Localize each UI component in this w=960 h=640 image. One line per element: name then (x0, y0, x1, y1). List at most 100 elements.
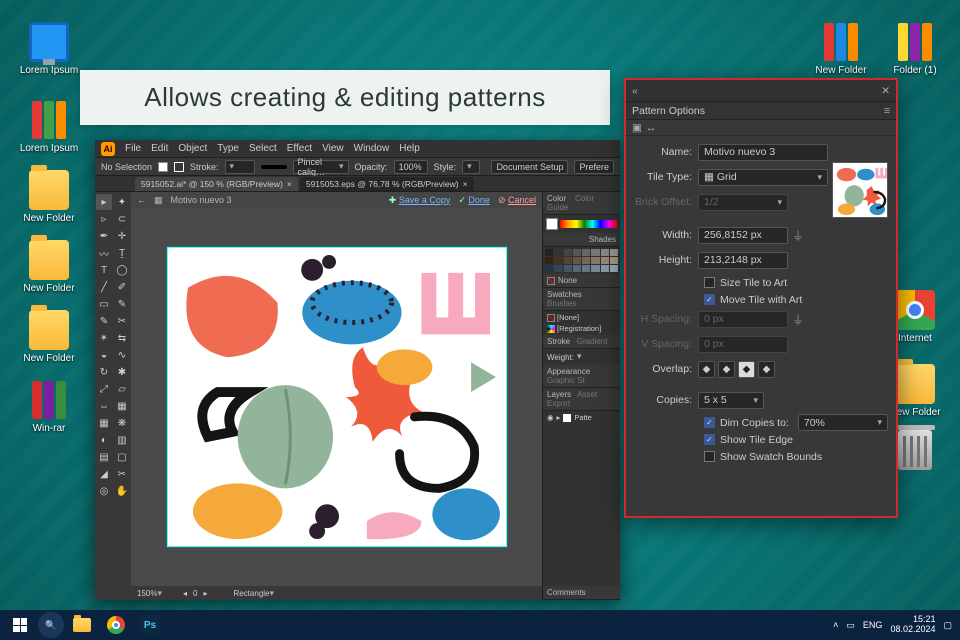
panel-swatches[interactable]: Swatches (547, 290, 582, 299)
menu-select[interactable]: Select (249, 143, 277, 154)
desktop-icon-folder[interactable]: New Folder (18, 170, 80, 224)
height-field[interactable]: 213,2148 px (698, 252, 788, 269)
start-button[interactable] (4, 611, 36, 639)
copies-select[interactable]: 5 x 5▾ (698, 392, 764, 409)
overlap-right-front-button[interactable]: ◆ (718, 361, 735, 378)
panel-layers[interactable]: Layers (547, 390, 571, 399)
symbol-tool-icon[interactable]: ❋ (114, 415, 130, 431)
ellipse-tool-icon[interactable]: ◯ (114, 262, 130, 278)
graph-tool-icon[interactable]: ▥ (114, 432, 130, 448)
dim-copies-checkbox[interactable]: ✓ (704, 417, 715, 428)
menu-view[interactable]: View (322, 143, 344, 154)
slice-tool-icon[interactable]: ✂ (114, 466, 130, 482)
size-tile-checkbox[interactable] (704, 277, 715, 288)
pen-tool-icon[interactable]: ✒ (96, 228, 112, 244)
taskbar-photoshop[interactable]: Ps (134, 611, 166, 639)
eraser-tool-icon[interactable]: ◒ (96, 347, 112, 363)
fill-color-icon[interactable] (546, 218, 558, 230)
artboard-canvas[interactable] (167, 247, 507, 547)
tray-chevron-up-icon[interactable]: ˄ (833, 620, 838, 630)
line-tool-icon[interactable]: ╱ (96, 279, 112, 295)
menu-type[interactable]: Type (217, 143, 239, 154)
width-field[interactable]: 256,8152 px (698, 227, 788, 244)
desktop-icon-monitor[interactable]: Lorem Ipsum (18, 22, 80, 76)
panel-stroke[interactable]: Stroke (547, 337, 570, 346)
text-path-icon[interactable]: Ṯ (114, 245, 130, 261)
nav-prev-icon[interactable]: ◂ (183, 589, 187, 598)
opacity-field[interactable]: 100% (394, 160, 428, 174)
rotate-tool-icon[interactable]: ↻ (96, 364, 112, 380)
scissors-icon[interactable]: ✂ (114, 313, 130, 329)
tile-type-select[interactable]: ▦ Grid▾ (698, 169, 828, 186)
desktop-icon-books[interactable]: New Folder (810, 22, 872, 76)
reflect-tool-icon[interactable]: ⇆ (114, 330, 130, 346)
cancel-link[interactable]: Cancel (508, 195, 536, 205)
status-tool[interactable]: Rectangle▾ (233, 588, 303, 599)
doc-tab[interactable]: 5915053.eps @ 76,78 % (RGB/Preview)× (300, 177, 474, 191)
puppet-tool-icon[interactable]: ✱ (114, 364, 130, 380)
desktop-icon-folder[interactable]: New Folder (18, 310, 80, 364)
desktop-icon-folder[interactable]: New Folder (18, 240, 80, 294)
selection-tool-icon[interactable]: ▸ (96, 194, 112, 210)
move-tile-checkbox[interactable]: ✓ (704, 294, 715, 305)
free-transform-icon[interactable]: ▦ (96, 415, 112, 431)
desktop-icon-books[interactable]: Lorem Ipsum (18, 100, 80, 154)
done-link[interactable]: Done (468, 195, 490, 205)
panel-menu-icon[interactable]: ≡ (884, 105, 890, 117)
link-dimensions-icon[interactable]: ⏚ (792, 227, 804, 244)
tray-language[interactable]: ENG (863, 620, 883, 630)
save-copy-link[interactable]: Save a Copy (399, 195, 451, 205)
shape-builder-icon[interactable]: ◐ (96, 432, 112, 448)
width-tool-icon[interactable]: ⇔ (96, 398, 112, 414)
overlap-left-front-button[interactable]: ◆ (698, 361, 715, 378)
stroke-swatch[interactable] (174, 162, 184, 172)
document-setup-button[interactable]: Document Setup (491, 160, 568, 174)
menu-window[interactable]: Window (354, 143, 390, 154)
stroke-weight-field[interactable]: ▾ (225, 160, 255, 174)
shaper-tool-icon[interactable]: ✴ (96, 330, 112, 346)
close-icon[interactable]: × (463, 179, 468, 189)
fill-swatch[interactable] (158, 162, 168, 172)
panel-appearance[interactable]: Appearance (547, 367, 590, 376)
search-button[interactable]: 🔍 (38, 612, 64, 638)
close-icon[interactable]: × (287, 179, 292, 189)
taskbar-file-explorer[interactable] (66, 611, 98, 639)
curvature-tool-icon[interactable]: 〰 (96, 245, 112, 261)
warp-tool-icon[interactable]: ∿ (114, 347, 130, 363)
menu-help[interactable]: Help (399, 143, 420, 154)
style-select[interactable]: ▾ (462, 160, 480, 174)
brush-select[interactable]: Pincel calig…▾ (293, 160, 349, 174)
tile-resize-icon[interactable]: ↔ (646, 122, 657, 134)
magic-wand-icon[interactable]: ✦ (114, 194, 130, 210)
blend-tool-icon[interactable]: ◎ (96, 483, 112, 499)
shades-label[interactable]: Shades (543, 233, 620, 247)
overlap-top-front-button[interactable]: ◆ (738, 361, 755, 378)
preferences-button[interactable]: Prefere (574, 160, 614, 174)
panel-title[interactable]: Pattern Options (632, 105, 705, 117)
hand-tool-icon[interactable]: ✋ (114, 483, 130, 499)
show-tile-edge-checkbox[interactable]: ✓ (704, 434, 715, 445)
menu-object[interactable]: Object (178, 143, 207, 154)
zoom-select[interactable]: 150%▾ (137, 588, 177, 599)
menu-file[interactable]: File (125, 143, 141, 154)
menu-effect[interactable]: Effect (287, 143, 312, 154)
rectangle-tool-icon[interactable]: ▭ (96, 296, 112, 312)
menu-edit[interactable]: Edit (151, 143, 168, 154)
show-swatch-bounds-checkbox[interactable] (704, 451, 715, 462)
perspective-icon[interactable]: ▱ (114, 381, 130, 397)
tile-size-icon[interactable]: ▣ (632, 122, 642, 134)
tray-battery-icon[interactable]: ▭ (846, 620, 855, 631)
brush-tool-icon[interactable]: ✎ (96, 313, 112, 329)
anchor-tool-icon[interactable]: ✛ (114, 228, 130, 244)
back-icon[interactable]: ← (137, 195, 146, 205)
desktop-icon-books[interactable]: Folder (1) (884, 22, 946, 76)
taskbar-chrome[interactable] (100, 611, 132, 639)
direct-select-tool-icon[interactable]: ▹ (96, 211, 112, 227)
desktop-icon-winrar[interactable]: Win-rar (18, 380, 80, 434)
nav-next-icon[interactable]: ▸ (203, 589, 207, 598)
weight-field[interactable]: ▾ (577, 351, 605, 363)
shades-grid[interactable] (543, 247, 620, 274)
scale-tool-icon[interactable]: ⤢ (96, 381, 112, 397)
eyedropper-tool-icon[interactable]: ◢ (96, 466, 112, 482)
mesh-tool-icon[interactable]: ▦ (114, 398, 130, 414)
